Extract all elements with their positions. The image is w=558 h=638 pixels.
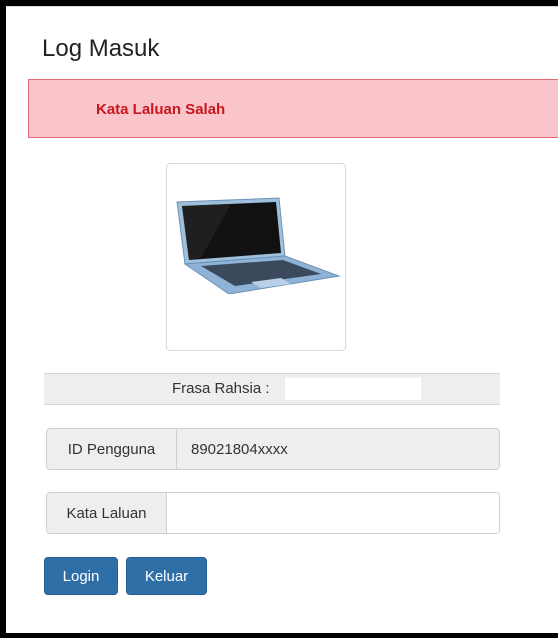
password-group: Kata Laluan (46, 492, 500, 534)
login-panel: Log Masuk Kata Laluan Salah Frasa Rahsia… (6, 6, 558, 633)
error-alert: Kata Laluan Salah (28, 79, 558, 138)
laptop-thumbnail (166, 163, 346, 351)
exit-button[interactable]: Keluar (126, 557, 207, 595)
error-message: Kata Laluan Salah (96, 101, 226, 118)
user-id-group: ID Pengguna 89021804xxxx (46, 428, 500, 470)
frasa-rahsia-row: Frasa Rahsia : (44, 373, 500, 405)
password-field[interactable] (167, 493, 499, 533)
user-id-field: 89021804xxxx (177, 429, 499, 469)
login-button[interactable]: Login (44, 557, 118, 595)
password-label: Kata Laluan (47, 493, 167, 533)
laptop-icon (176, 197, 341, 294)
user-id-label: ID Pengguna (47, 429, 177, 469)
frasa-rahsia-field (285, 378, 421, 400)
page-title: Log Masuk (42, 35, 160, 62)
frasa-rahsia-label: Frasa Rahsia : (172, 380, 270, 397)
